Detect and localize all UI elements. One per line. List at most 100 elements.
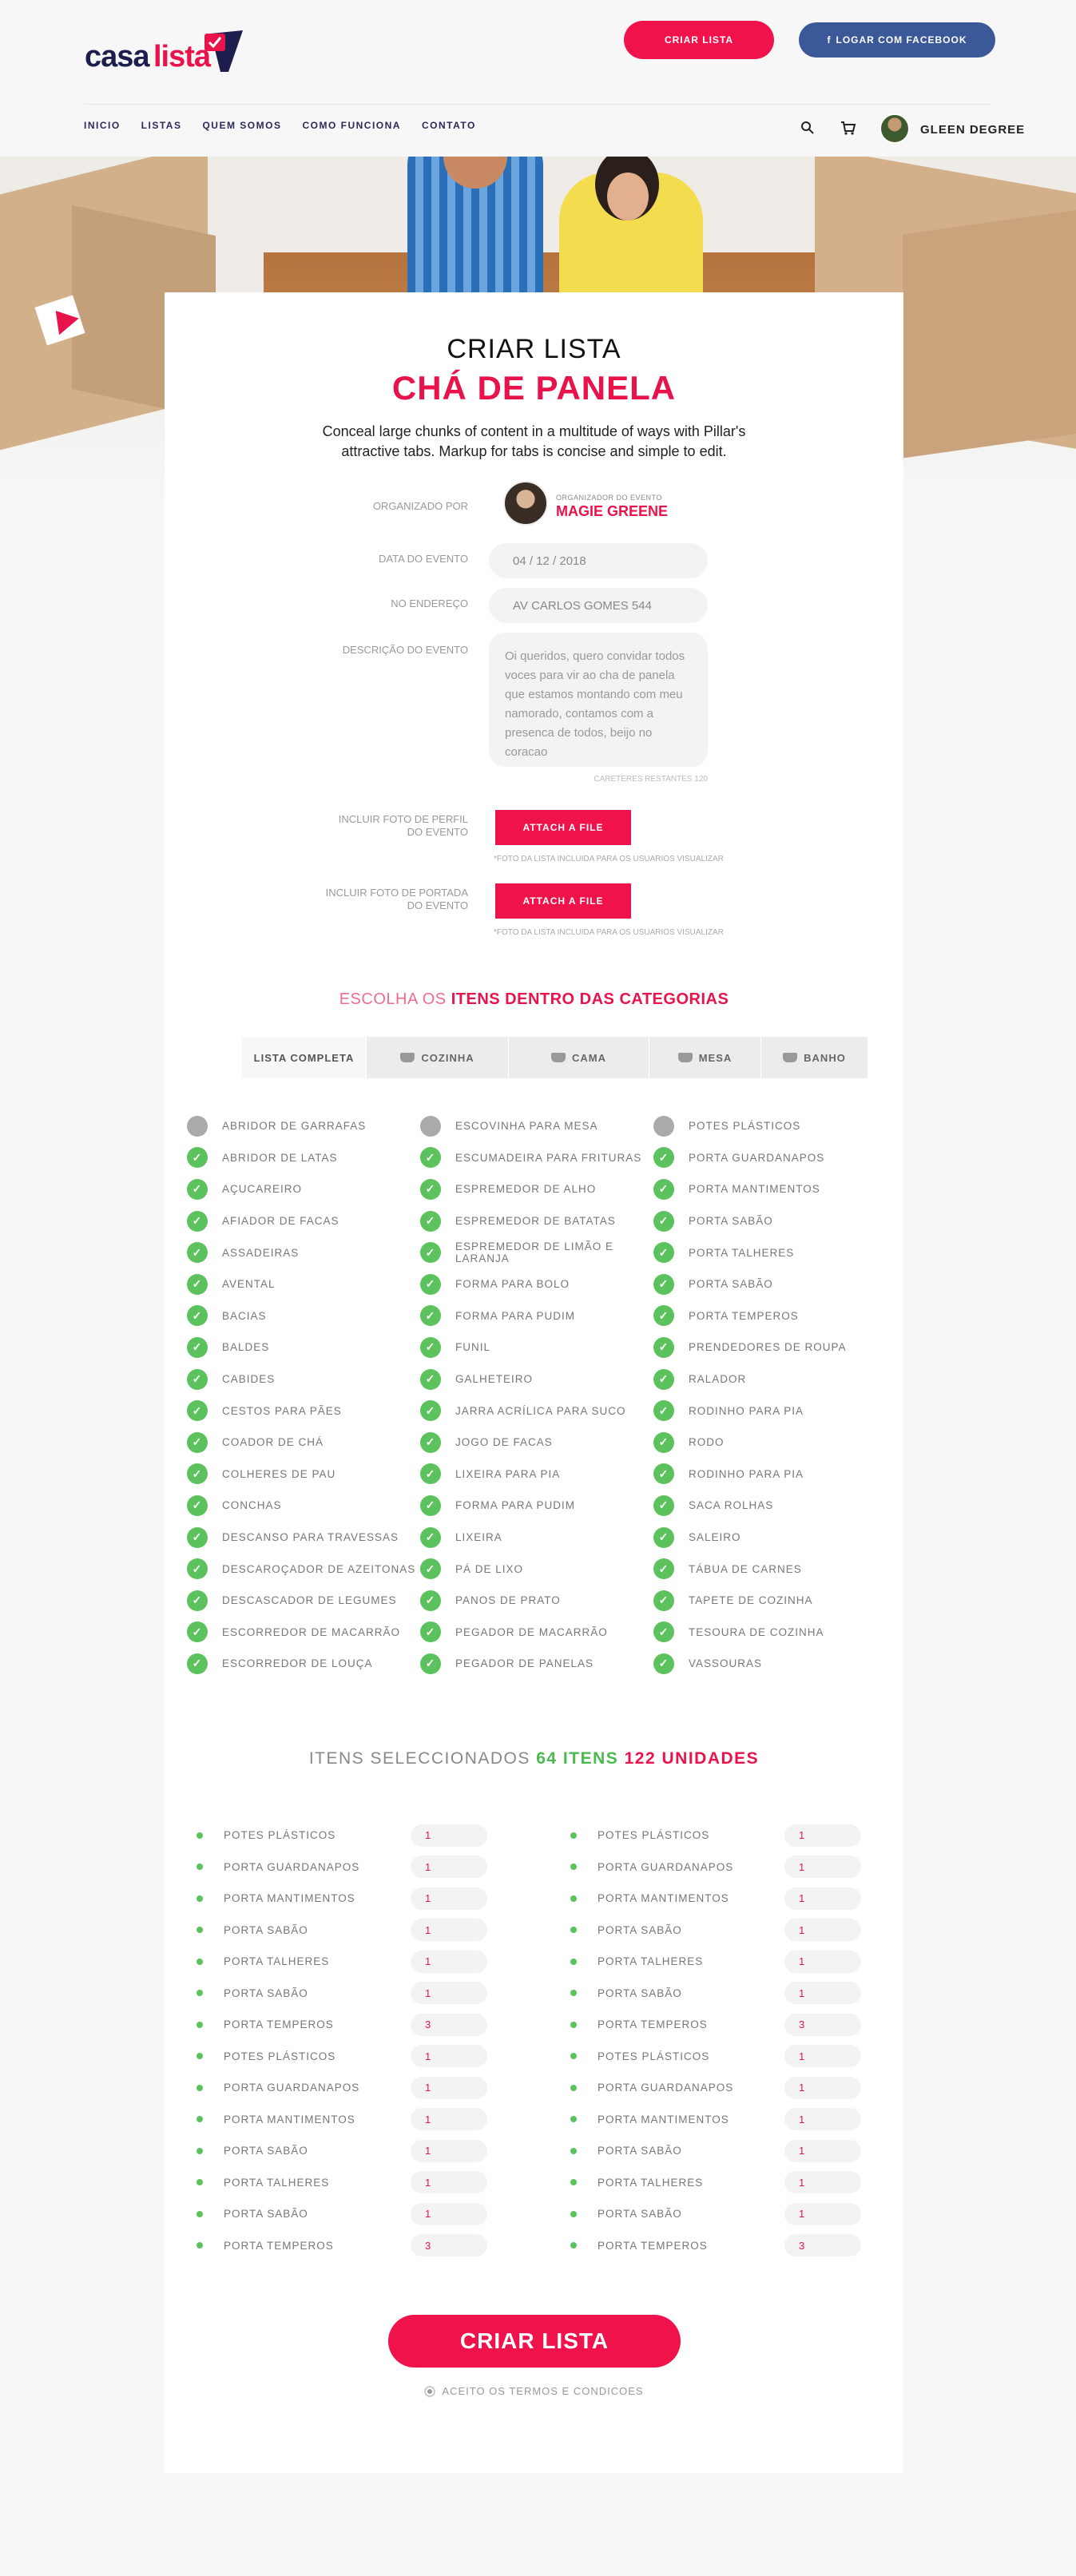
category-item[interactable]: ✓ AFIADOR DE FACAS	[187, 1205, 427, 1237]
check-icon[interactable]: ✓	[653, 1494, 674, 1516]
nav-item-listas[interactable]: LISTAS	[141, 120, 182, 131]
category-item[interactable]: ✓ JARRA ACRÍLICA PARA SUCO	[420, 1395, 660, 1427]
quantity-field[interactable]: 3	[784, 2013, 861, 2036]
check-icon[interactable]: ✓	[653, 1368, 674, 1390]
category-item[interactable]: ✓ AÇUCAREIRO	[187, 1173, 427, 1205]
category-item[interactable]: ✓ DESCASCADOR DE LEGUMES	[187, 1585, 427, 1617]
quantity-field[interactable]: 3	[411, 2234, 487, 2257]
category-item[interactable]: POTES PLÁSTICOS	[653, 1110, 893, 1142]
nav-item-como-funciona[interactable]: COMO FUNCIONA	[302, 120, 401, 131]
check-icon[interactable]: ✓	[187, 1590, 208, 1611]
check-icon[interactable]: ✓	[187, 1431, 208, 1453]
quantity-field[interactable]: 1	[411, 1919, 487, 1942]
quantity-field[interactable]: 1	[784, 1856, 861, 1879]
unchecked-icon[interactable]	[420, 1115, 441, 1137]
check-icon[interactable]: ✓	[653, 1653, 674, 1674]
category-item[interactable]: ✓ RODINHO PARA PIA	[653, 1395, 893, 1427]
check-icon[interactable]: ✓	[420, 1336, 441, 1358]
attach-cover-photo-button[interactable]: ATTACH A FILE	[495, 883, 631, 919]
nav-item-inicio[interactable]: INICIO	[84, 120, 121, 131]
category-item[interactable]: ABRIDOR DE GARRAFAS	[187, 1110, 427, 1142]
check-icon[interactable]: ✓	[653, 1210, 674, 1232]
category-item[interactable]: ✓ PORTA TALHERES	[653, 1236, 893, 1268]
check-icon[interactable]: ✓	[420, 1400, 441, 1422]
check-icon[interactable]: ✓	[653, 1463, 674, 1485]
quantity-field[interactable]: 1	[784, 1824, 861, 1847]
check-icon[interactable]: ✓	[187, 1210, 208, 1232]
tab-cama[interactable]: CAMA	[508, 1037, 649, 1078]
quantity-field[interactable]: 1	[411, 2076, 487, 2099]
check-icon[interactable]: ✓	[187, 1400, 208, 1422]
attach-profile-photo-button[interactable]: ATTACH A FILE	[495, 810, 631, 845]
category-item[interactable]: ✓ DESCAROÇADOR DE AZEITONAS	[187, 1553, 427, 1585]
category-item[interactable]: ESCOVINHA PARA MESA	[420, 1110, 660, 1142]
category-item[interactable]: ✓ ESPREMEDOR DE LIMÃO E LARANJA	[420, 1236, 660, 1268]
quantity-field[interactable]: 1	[784, 1919, 861, 1942]
category-item[interactable]: ✓ ESPREMEDOR DE ALHO	[420, 1173, 660, 1205]
category-item[interactable]: ✓ AVENTAL	[187, 1268, 427, 1300]
check-icon[interactable]: ✓	[187, 1653, 208, 1674]
quantity-field[interactable]: 1	[784, 2076, 861, 2099]
quantity-field[interactable]: 1	[411, 1887, 487, 1910]
check-icon[interactable]: ✓	[187, 1178, 208, 1200]
category-item[interactable]: ✓ PEGADOR DE MACARRÃO	[420, 1617, 660, 1649]
check-icon[interactable]: ✓	[420, 1431, 441, 1453]
quantity-field[interactable]: 1	[411, 1982, 487, 2005]
create-list-top-button[interactable]: CRIAR LISTA	[624, 21, 774, 59]
category-item[interactable]: ✓ CABIDES	[187, 1363, 427, 1395]
check-icon[interactable]: ✓	[653, 1336, 674, 1358]
check-icon[interactable]: ✓	[653, 1526, 674, 1548]
quantity-field[interactable]: 1	[411, 2139, 487, 2162]
category-item[interactable]: ✓ FUNIL	[420, 1332, 660, 1363]
category-item[interactable]: ✓ TAPETE DE COZINHA	[653, 1585, 893, 1617]
tab-lista-completa[interactable]: LISTA COMPLETA	[241, 1037, 366, 1078]
category-item[interactable]: ✓ FORMA PARA PUDIM	[420, 1300, 660, 1332]
quantity-field[interactable]: 1	[784, 2045, 861, 2068]
check-icon[interactable]: ✓	[653, 1621, 674, 1643]
check-icon[interactable]: ✓	[420, 1463, 441, 1485]
quantity-field[interactable]: 1	[784, 2108, 861, 2131]
check-icon[interactable]: ✓	[187, 1368, 208, 1390]
check-icon[interactable]: ✓	[187, 1463, 208, 1485]
quantity-field[interactable]: 1	[411, 2202, 487, 2225]
quantity-field[interactable]: 1	[784, 1950, 861, 1973]
category-item[interactable]: ✓ LIXEIRA PARA PIA	[420, 1459, 660, 1490]
unchecked-icon[interactable]	[187, 1115, 208, 1137]
check-icon[interactable]: ✓	[420, 1621, 441, 1643]
check-icon[interactable]: ✓	[653, 1305, 674, 1327]
check-icon[interactable]: ✓	[420, 1147, 441, 1169]
check-icon[interactable]: ✓	[420, 1368, 441, 1390]
address-field[interactable]: AV CARLOS GOMES 544	[489, 588, 708, 623]
category-item[interactable]: ✓ TÁBUA DE CARNES	[653, 1553, 893, 1585]
category-item[interactable]: ✓ RODINHO PARA PIA	[653, 1459, 893, 1490]
description-textarea[interactable]: Oi queridos, quero convidar todos voces …	[489, 633, 708, 767]
check-icon[interactable]: ✓	[187, 1305, 208, 1327]
category-item[interactable]: ✓ PORTA SABÃO	[653, 1268, 893, 1300]
user-name[interactable]: GLEEN DEGREE	[920, 123, 1025, 137]
quantity-field[interactable]: 1	[411, 1824, 487, 1847]
quantity-field[interactable]: 1	[784, 1887, 861, 1910]
create-list-button[interactable]: CRIAR LISTA	[388, 2315, 681, 2368]
category-item[interactable]: ✓ PORTA TEMPEROS	[653, 1300, 893, 1332]
category-item[interactable]: ✓ BALDES	[187, 1332, 427, 1363]
date-field[interactable]: 04 / 12 / 2018	[489, 543, 708, 578]
check-icon[interactable]: ✓	[653, 1273, 674, 1295]
category-item[interactable]: ✓ PÁ DE LIXO	[420, 1553, 660, 1585]
category-item[interactable]: ✓ VASSOURAS	[653, 1648, 893, 1680]
check-icon[interactable]: ✓	[187, 1621, 208, 1643]
category-item[interactable]: ✓ CESTOS PARA PÃES	[187, 1395, 427, 1427]
category-item[interactable]: ✓ PORTA MANTIMENTOS	[653, 1173, 893, 1205]
check-icon[interactable]: ✓	[653, 1590, 674, 1611]
check-icon[interactable]: ✓	[420, 1242, 441, 1264]
category-item[interactable]: ✓ ABRIDOR DE LATAS	[187, 1142, 427, 1174]
check-icon[interactable]: ✓	[420, 1494, 441, 1516]
quantity-field[interactable]: 1	[784, 2202, 861, 2225]
check-icon[interactable]: ✓	[420, 1590, 441, 1611]
category-item[interactable]: ✓ ESCORREDOR DE LOUÇA	[187, 1648, 427, 1680]
cart-icon[interactable]	[840, 120, 856, 136]
nav-item-quem-somos[interactable]: QUEM SOMOS	[202, 120, 281, 131]
terms-label[interactable]: ACEITO OS TERMOS E CONDICOES	[442, 2385, 643, 2397]
quantity-field[interactable]: 1	[784, 2139, 861, 2162]
tab-banho[interactable]: BANHO	[760, 1037, 868, 1078]
category-item[interactable]: ✓ SALEIRO	[653, 1522, 893, 1554]
